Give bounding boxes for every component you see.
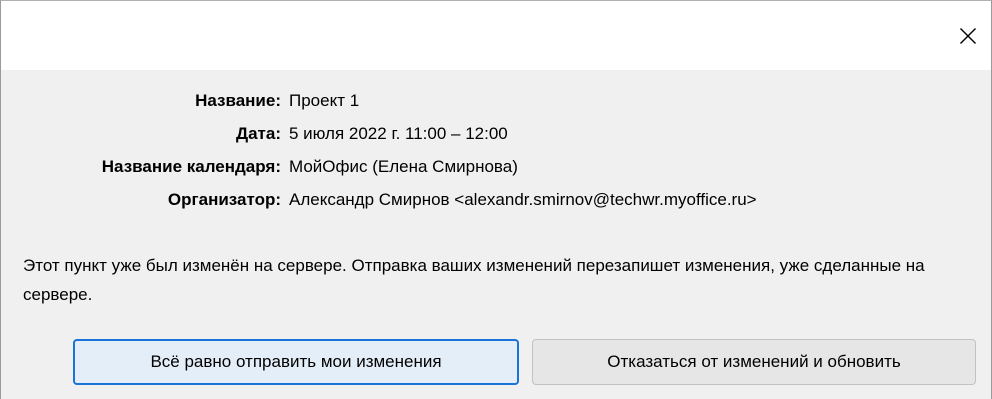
- send-anyway-button[interactable]: Всё равно отправить мои изменения: [73, 339, 519, 385]
- send-anyway-button-label: Всё равно отправить мои изменения: [150, 352, 442, 371]
- event-details: Название: Проект 1 Дата: 5 июля 2022 г. …: [29, 88, 757, 212]
- calendar-name-label: Название календаря:: [101, 157, 281, 176]
- conflict-message: Этот пункт уже был изменён на сервере. О…: [23, 256, 925, 304]
- discard-and-refresh-button[interactable]: Отказаться от изменений и обновить: [532, 339, 976, 385]
- close-icon: [960, 27, 976, 44]
- close-button[interactable]: [945, 1, 991, 70]
- title-value: Проект 1: [289, 91, 360, 110]
- dialog-body: Название: Проект 1 Дата: 5 июля 2022 г. …: [1, 70, 991, 399]
- conflict-dialog: Название: Проект 1 Дата: 5 июля 2022 г. …: [0, 0, 992, 399]
- dialog-titlebar: [1, 1, 991, 70]
- date-value: 5 июля 2022 г. 11:00 – 12:00: [289, 124, 508, 143]
- title-label: Название:: [195, 91, 281, 110]
- organizer-label: Организатор:: [167, 190, 281, 209]
- organizer-value: Александр Смирнов <alexandr.smirnov@tech…: [289, 190, 757, 209]
- calendar-name-value: МойОфис (Елена Смирнова): [289, 157, 518, 176]
- date-label: Дата:: [235, 124, 281, 143]
